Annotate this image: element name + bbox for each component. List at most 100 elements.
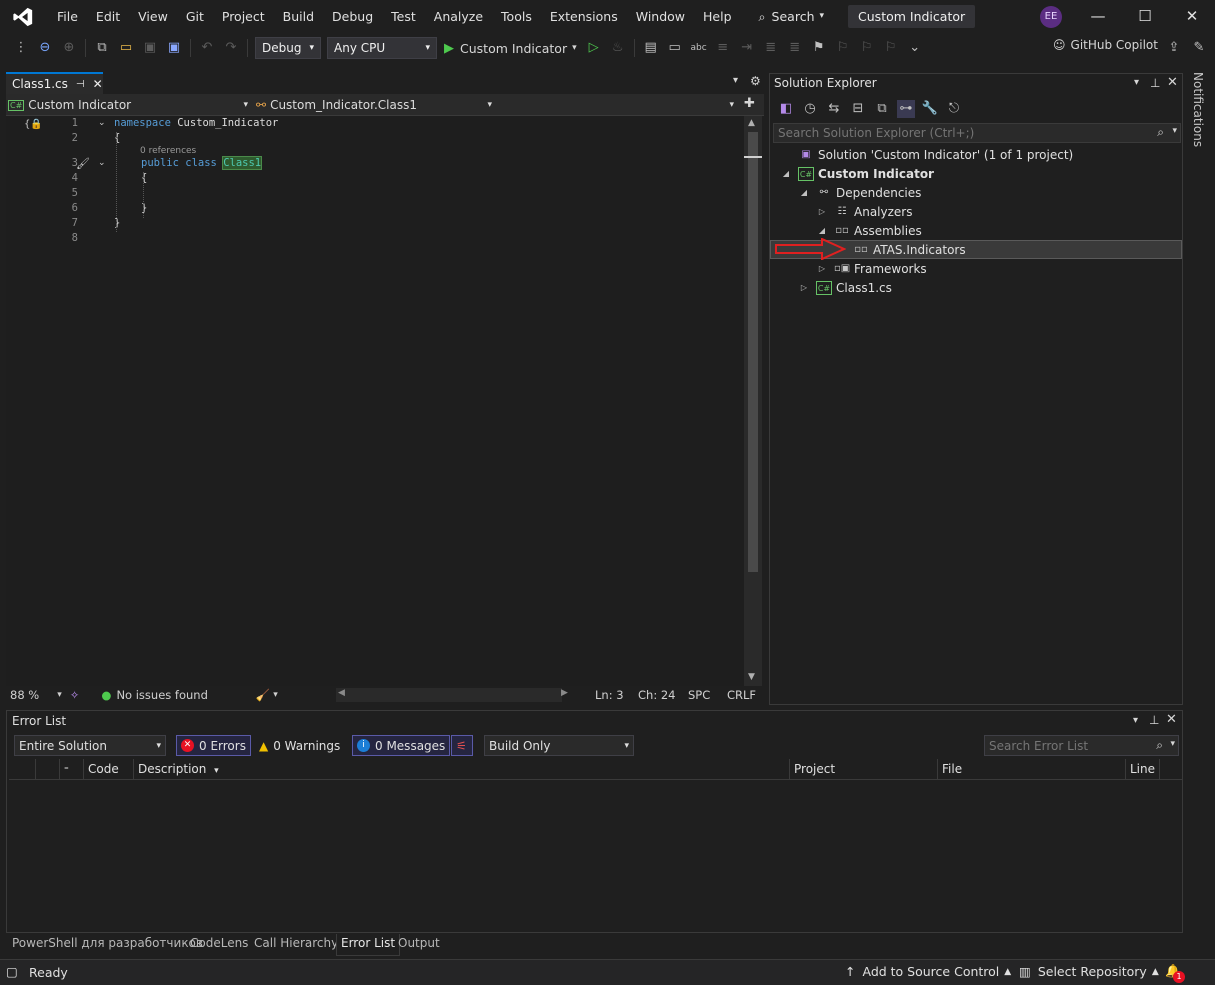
warnings-filter-button[interactable]: ▲ 0 Warnings (255, 735, 344, 756)
visual-studio-logo-icon[interactable] (12, 6, 34, 28)
configuration-dropdown[interactable]: Debug ▾ (255, 37, 321, 59)
fold-class-icon[interactable]: ⌄ (98, 158, 106, 168)
fold-namespace-icon[interactable]: ⌄ (98, 118, 106, 128)
pin-icon[interactable]: ⊥ (1149, 713, 1159, 727)
search-icon[interactable]: ⌕ (1156, 738, 1163, 753)
tab-class1-cs[interactable]: Class1.cs ⊣ ✕ (6, 72, 103, 94)
column-indicator[interactable]: Ch: 24 (638, 688, 675, 702)
new-project-icon[interactable]: ⧉ (93, 39, 111, 57)
issues-status[interactable]: No issues found (116, 688, 207, 702)
avatar[interactable]: EE (1040, 6, 1062, 28)
select-repository-button[interactable]: ▥ Select Repository ▲ (1019, 964, 1159, 979)
collapse-all-icon[interactable]: ⊟ (849, 100, 867, 118)
menu-view[interactable]: View (129, 0, 177, 33)
vs-switch-view-icon[interactable]: ◧ (777, 100, 795, 118)
menu-git[interactable]: Git (177, 0, 213, 33)
search-icon[interactable]: ⌕ (1157, 125, 1164, 140)
preview-icon[interactable]: ⎋ (945, 100, 963, 118)
error-search-box[interactable]: ⌕ ▾ (984, 735, 1179, 756)
column-description[interactable]: Description ▾ (133, 759, 789, 779)
scroll-left-icon[interactable]: ◀ (338, 688, 345, 698)
tab-call-hierarchy[interactable]: Call Hierarchy (250, 934, 342, 956)
scrollbar-thumb[interactable] (748, 132, 758, 572)
browse-icon[interactable]: ▤ (642, 39, 660, 57)
toolbar-overflow-icon[interactable]: ⌄ (906, 39, 924, 57)
pin-icon[interactable]: ⊥ (1150, 76, 1160, 90)
comment-icon[interactable]: ≣ (762, 39, 780, 57)
project-dropdown[interactable]: C# Custom Indicator ▾ (8, 95, 252, 115)
sync-icon[interactable]: ⇆ (825, 100, 843, 118)
menu-analyze[interactable]: Analyze (425, 0, 492, 33)
error-search-input[interactable] (985, 736, 1145, 755)
layout-icon[interactable]: ▭ (666, 39, 684, 57)
whitespace-indicator[interactable]: SPC (688, 688, 710, 702)
collapse-arrow-icon[interactable]: ◢ (798, 188, 810, 197)
close-window-button[interactable]: ✕ (1169, 0, 1215, 33)
align-icon[interactable]: ≡ (714, 39, 732, 57)
filter-icon[interactable]: ⊶ (897, 100, 915, 118)
close-icon[interactable]: ✕ (1166, 712, 1177, 727)
scope-dropdown[interactable]: Entire Solution ▾ (14, 735, 166, 756)
notifications-button[interactable]: 🔔 1 (1165, 963, 1185, 983)
expand-arrow-icon[interactable]: ▷ (816, 264, 828, 273)
window-position-icon[interactable]: ▾ (1134, 77, 1139, 88)
tab-dropdown-icon[interactable]: ▾ (733, 75, 738, 86)
uncomment-icon[interactable]: ≣ (786, 39, 804, 57)
start-without-debugging-icon[interactable]: ▷ (585, 39, 603, 57)
menu-window[interactable]: Window (627, 0, 694, 33)
open-folder-icon[interactable]: ▭ (117, 39, 135, 57)
tree-item-frameworks[interactable]: ▷ ▫▣ Frameworks (816, 259, 927, 278)
solution-search-input[interactable] (774, 124, 1134, 142)
spell-check-icon[interactable]: abc (690, 39, 708, 57)
bookmark-prev-icon[interactable]: ⚐ (834, 39, 852, 57)
scroll-down-icon[interactable]: ▼ (748, 672, 755, 682)
share-icon[interactable]: ⇪ (1165, 39, 1183, 57)
member-dropdown[interactable]: ▾ (500, 95, 738, 115)
tab-codelens[interactable]: CodeLens (186, 934, 252, 956)
navigate-back-icon[interactable]: ⊖ (36, 39, 54, 57)
messages-filter-button[interactable]: i 0 Messages (352, 735, 451, 756)
tab-error-list[interactable]: Error List (336, 934, 401, 956)
menu-project[interactable]: Project (213, 0, 274, 33)
properties-icon[interactable]: 🔧 (921, 100, 939, 118)
intellicode-icon[interactable]: ✧ (70, 688, 80, 702)
tab-output[interactable]: Output (394, 934, 444, 956)
tree-item-class1-cs[interactable]: ▷ C# Class1.cs (798, 278, 892, 297)
hot-reload-icon[interactable]: ♨ (609, 39, 627, 57)
save-icon[interactable]: ▣ (141, 39, 159, 57)
tree-item-analyzers[interactable]: ▷ ☷ Analyzers (816, 202, 913, 221)
gear-icon[interactable]: ⚙ (750, 74, 761, 88)
search-button[interactable]: ⌕ Search ▾ (749, 0, 835, 33)
code-cleanup-icon[interactable]: 🧹 (256, 688, 270, 702)
chevron-down-icon[interactable]: ▾ (57, 690, 62, 700)
save-all-icon[interactable]: ▣ (165, 39, 183, 57)
solution-search-box[interactable]: ⌕ ▾ (773, 123, 1181, 143)
column-extra[interactable] (1159, 759, 1179, 779)
menu-edit[interactable]: Edit (87, 0, 129, 33)
start-debugging-button[interactable]: ▶ Custom Indicator ▾ (444, 41, 577, 56)
scroll-right-icon[interactable]: ▶ (561, 688, 568, 698)
column-code[interactable]: Code (83, 759, 133, 779)
quick-actions-icon[interactable]: 🖌 (76, 157, 90, 170)
type-dropdown[interactable]: ⚯ Custom_Indicator.Class1 ▾ (256, 95, 496, 115)
bookmark-clear-icon[interactable]: ⚐ (882, 39, 900, 57)
errors-filter-button[interactable]: ✕ 0 Errors (176, 735, 251, 756)
menu-test[interactable]: Test (382, 0, 425, 33)
bookmark-next-icon[interactable]: ⚐ (858, 39, 876, 57)
tab-developer-powershell[interactable]: PowerShell для разработчиков (8, 934, 207, 956)
build-filter-dropdown[interactable]: Build Only ▾ (484, 735, 634, 756)
notifications-label[interactable]: Notifications (1191, 72, 1205, 147)
close-icon[interactable]: ✕ (1167, 75, 1178, 90)
scroll-up-icon[interactable]: ▲ (748, 118, 755, 128)
tree-item-custom-indicator[interactable]: ◢ C# Custom Indicator (780, 164, 934, 183)
collapse-arrow-icon[interactable]: ◢ (816, 226, 828, 235)
chevron-down-icon[interactable]: ▾ (1172, 126, 1177, 136)
add-to-source-control-button[interactable]: ↑ Add to Source Control ▲ (845, 964, 1011, 979)
column-suppression[interactable]: ⁼ (59, 759, 83, 779)
filter-toggle-button[interactable]: ⚟ (451, 735, 473, 756)
chevron-down-icon[interactable]: ▾ (1170, 739, 1175, 749)
close-tab-icon[interactable]: ✕ (93, 77, 103, 91)
zoom-level[interactable]: 88 % (10, 688, 39, 702)
show-all-files-icon[interactable]: ⧉ (873, 100, 891, 118)
tree-item-dependencies[interactable]: ◢ ⚯ Dependencies (798, 183, 921, 202)
